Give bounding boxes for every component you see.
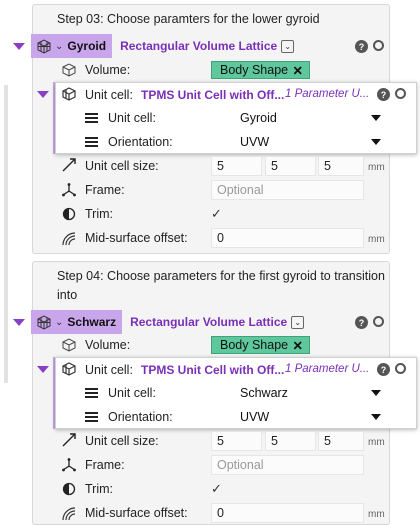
list-icon bbox=[85, 113, 98, 124]
unit-cell-size-y[interactable]: 5 bbox=[265, 431, 316, 451]
unit-label: mm bbox=[368, 509, 385, 520]
orientation-select-value: UVW bbox=[240, 410, 270, 424]
step-04-title: Step 04: Choose parameters for the first… bbox=[57, 269, 385, 302]
unit-cell-size-z[interactable]: 5 bbox=[318, 431, 364, 451]
unit-cell-label: Unit cell: bbox=[85, 88, 133, 102]
help-icon[interactable]: ? bbox=[377, 363, 390, 376]
offset-arcs-icon bbox=[62, 232, 76, 246]
unit-cell-select-label: Unit cell: bbox=[108, 386, 156, 400]
unit-cell-node-params: 1 Parameter U... bbox=[285, 88, 370, 100]
list-icon bbox=[85, 137, 98, 148]
diagonal-arrow-icon bbox=[62, 433, 76, 447]
trim-checkbox[interactable]: ✓ bbox=[211, 206, 222, 222]
list-icon bbox=[85, 412, 98, 423]
orientation-label: Orientation: bbox=[108, 410, 173, 424]
mid-surface-offset-label: Mid-surface offset: bbox=[85, 231, 188, 245]
volume-chip-label: Body Shape bbox=[220, 338, 289, 352]
trim-checkbox[interactable]: ✓ bbox=[211, 481, 222, 497]
schwarz-node-tag[interactable]: ⌄ Schwarz bbox=[31, 310, 123, 334]
unit-cell-icon bbox=[62, 362, 76, 376]
orientation-select-value: UVW bbox=[240, 135, 270, 149]
node-type-label: Rectangular Volume Lattice bbox=[120, 39, 278, 53]
offset-arcs-icon bbox=[62, 507, 76, 521]
help-icon[interactable]: ? bbox=[355, 316, 368, 329]
unit-cell-size-label: Unit cell size: bbox=[85, 434, 159, 448]
unit-cell-label: Unit cell: bbox=[85, 363, 133, 377]
lattice-cube-icon bbox=[37, 39, 51, 54]
gyroid-node-row[interactable]: ⌄ Gyroid Rectangular Volume Lattice ⌄ bbox=[0, 34, 392, 58]
node-type-dropdown-button[interactable]: ⌄ bbox=[291, 315, 305, 329]
frame-axes-icon bbox=[62, 183, 76, 197]
node-name: Gyroid bbox=[67, 39, 107, 53]
help-icon[interactable]: ? bbox=[355, 40, 368, 53]
unit-cell-select-value: Gyroid bbox=[240, 111, 277, 125]
unit-cell-node-params: 1 Parameter U... bbox=[285, 363, 370, 375]
mid-surface-offset-label: Mid-surface offset: bbox=[85, 506, 188, 520]
unit-cell-select-value: Schwarz bbox=[240, 386, 288, 400]
scroll-track[interactable] bbox=[4, 85, 8, 383]
unit-cell-size-x[interactable]: 5 bbox=[211, 156, 262, 176]
mid-surface-offset-input[interactable]: 0 bbox=[211, 228, 364, 248]
node-type-dropdown-button[interactable]: ⌄ bbox=[281, 39, 295, 53]
unit-cell-size-x[interactable]: 5 bbox=[211, 431, 262, 451]
dropdown-caret-icon bbox=[371, 115, 381, 121]
frame-input[interactable]: Optional bbox=[211, 180, 364, 200]
step-03-title: Step 03: Choose paramters for the lower … bbox=[57, 12, 320, 26]
node-name: Schwarz bbox=[67, 315, 117, 329]
unit-cell-size-label: Unit cell size: bbox=[85, 159, 159, 173]
unit-cell-select-label: Unit cell: bbox=[108, 111, 156, 125]
unit-cell-node-name[interactable]: TPMS Unit Cell with Off... bbox=[141, 363, 284, 377]
connection-ring-icon[interactable] bbox=[395, 363, 406, 374]
mid-surface-offset-input[interactable]: 0 bbox=[211, 503, 364, 523]
collapse-arrow-icon[interactable] bbox=[37, 366, 49, 373]
connection-ring-icon[interactable] bbox=[373, 316, 384, 327]
chevron-down-icon[interactable]: ⌄ bbox=[55, 317, 63, 328]
dropdown-caret-icon bbox=[371, 414, 381, 420]
dropdown-caret-icon bbox=[371, 139, 381, 145]
close-icon[interactable]: ✕ bbox=[293, 63, 303, 78]
orientation-label: Orientation: bbox=[108, 135, 173, 149]
collapse-arrow-icon[interactable] bbox=[37, 91, 49, 98]
unit-cell-select[interactable]: Gyroid bbox=[237, 108, 387, 128]
diagonal-arrow-icon bbox=[62, 158, 76, 172]
trim-half-circle-icon bbox=[62, 207, 76, 221]
schwarz-node-row[interactable]: ⌄ Schwarz Rectangular Volume Lattice ⌄ bbox=[0, 310, 392, 334]
lattice-cube-icon bbox=[37, 315, 51, 330]
orientation-select[interactable]: UVW bbox=[237, 407, 387, 427]
trim-label: Trim: bbox=[85, 482, 113, 496]
frame-label: Frame: bbox=[85, 183, 125, 197]
unit-cell-size-z[interactable]: 5 bbox=[318, 156, 364, 176]
dropdown-caret-icon bbox=[371, 390, 381, 396]
chevron-down-icon[interactable]: ⌄ bbox=[55, 41, 63, 52]
node-type-label: Rectangular Volume Lattice bbox=[130, 315, 288, 329]
unit-label: mm bbox=[368, 437, 385, 448]
volume-chip[interactable]: Body Shape ✕ bbox=[211, 336, 310, 354]
frame-input[interactable]: Optional bbox=[211, 455, 364, 475]
volume-chip-label: Body Shape bbox=[220, 63, 289, 77]
volume-label: Volume: bbox=[85, 63, 131, 77]
gyroid-node-tag[interactable]: ⌄ Gyroid bbox=[31, 34, 113, 58]
help-icon[interactable]: ? bbox=[377, 88, 390, 101]
close-icon[interactable]: ✕ bbox=[293, 338, 303, 353]
frame-label: Frame: bbox=[85, 458, 125, 472]
volume-lattice-icon bbox=[62, 338, 76, 352]
unit-cell-select[interactable]: Schwarz bbox=[237, 383, 387, 403]
list-icon bbox=[85, 388, 98, 399]
unit-label: mm bbox=[368, 162, 385, 173]
volume-lattice-icon bbox=[62, 63, 76, 77]
connection-ring-icon[interactable] bbox=[373, 40, 384, 51]
unit-cell-icon bbox=[62, 87, 76, 101]
volume-label: Volume: bbox=[85, 338, 131, 352]
unit-cell-node-name[interactable]: TPMS Unit Cell with Off... bbox=[141, 88, 284, 102]
connection-ring-icon[interactable] bbox=[395, 88, 406, 99]
frame-axes-icon bbox=[62, 458, 76, 472]
trim-label: Trim: bbox=[85, 207, 113, 221]
collapse-arrow-icon[interactable] bbox=[13, 42, 25, 50]
unit-label: mm bbox=[368, 234, 385, 245]
trim-half-circle-icon bbox=[62, 482, 76, 496]
collapse-arrow-icon[interactable] bbox=[13, 318, 25, 326]
volume-chip[interactable]: Body Shape ✕ bbox=[211, 61, 310, 79]
unit-cell-size-y[interactable]: 5 bbox=[265, 156, 316, 176]
orientation-select[interactable]: UVW bbox=[237, 132, 387, 152]
